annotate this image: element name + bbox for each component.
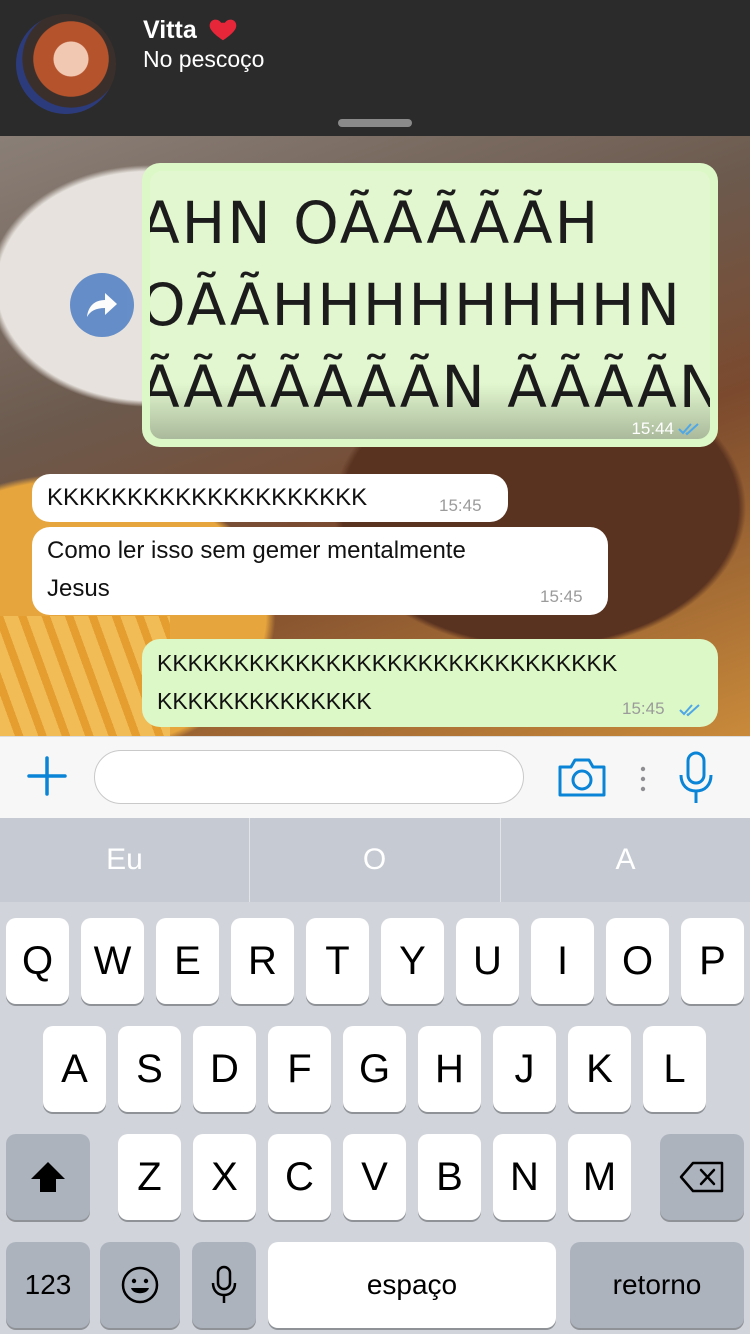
microphone-icon[interactable] [678,751,714,805]
message-time: 15:44 [631,419,674,438]
key-l[interactable]: L [643,1026,706,1112]
shift-icon [31,1162,65,1192]
numbers-key[interactable]: 123 [6,1242,90,1328]
key-t[interactable]: T [306,918,369,1004]
key-p[interactable]: P [681,918,744,1004]
keyboard: Eu O A Q W E R T Y U I O P A S D F G H J… [0,818,750,1334]
emoji-key[interactable] [100,1242,180,1328]
key-y[interactable]: Y [381,918,444,1004]
message-text: KKKKKKKKKKKKKKKKKKKK [47,484,368,511]
notification-message: No pescoço [143,46,265,72]
incoming-message-bubble[interactable]: KKKKKKKKKKKKKKKKKKKK 15:45 [32,474,508,522]
image-text-line: AHN OÃÃÃÃÃH [150,189,601,257]
incoming-message-bubble[interactable]: Como ler isso sem gemer mentalmente Jesu… [32,527,608,615]
key-r[interactable]: R [231,918,294,1004]
suggestion-bar: Eu O A [0,818,750,902]
dictation-key[interactable] [192,1242,256,1328]
key-d[interactable]: D [193,1026,256,1112]
key-j[interactable]: J [493,1026,556,1112]
message-input-bar [0,736,750,819]
banner-drag-handle[interactable] [338,119,412,127]
shift-key[interactable] [6,1134,90,1220]
read-ticks-icon [678,423,699,436]
space-key-label: espaço [366,1269,458,1300]
message-time: 15:45 [622,699,665,718]
message-text: KKKKKKKKKKKKKKKKKKKKKKKKKKKKKK [157,650,618,676]
return-key[interactable]: retorno [570,1242,744,1328]
outgoing-message-bubble[interactable]: KKKKKKKKKKKKKKKKKKKKKKKKKKKKKK KKKKKKKKK… [142,639,718,727]
numbers-key-label: 123 [24,1269,72,1300]
camera-icon[interactable] [556,755,608,799]
suggestion-item[interactable]: Eu [0,818,249,902]
emoji-icon [121,1266,159,1304]
key-v[interactable]: V [343,1134,406,1220]
contact-avatar [16,14,116,114]
key-n[interactable]: N [493,1134,556,1220]
key-s[interactable]: S [118,1026,181,1112]
key-m[interactable]: M [568,1134,631,1220]
key-u[interactable]: U [456,918,519,1004]
key-a[interactable]: A [43,1026,106,1112]
red-heart-icon [209,19,237,41]
suggestion-item[interactable]: O [250,818,499,902]
key-h[interactable]: H [418,1026,481,1112]
forward-arrow-icon [87,293,117,317]
space-key[interactable]: espaço [268,1242,556,1328]
key-o[interactable]: O [606,918,669,1004]
message-input[interactable] [94,750,524,804]
notification-banner[interactable]: Vitta No pescoço [0,0,750,136]
image-text-line: OÃÃHHHHHHHHN [150,271,682,339]
key-z[interactable]: Z [118,1134,181,1220]
message-text: Como ler isso sem gemer mentalmente [47,537,466,564]
delete-key[interactable] [660,1134,744,1220]
read-ticks-icon [679,704,700,717]
key-k[interactable]: K [568,1026,631,1112]
plus-icon[interactable] [26,755,68,797]
message-text: Jesus [47,575,110,602]
key-c[interactable]: C [268,1134,331,1220]
message-text: KKKKKKKKKKKKKK [157,688,372,714]
backspace-icon [679,1161,724,1193]
image-shade [150,383,710,439]
key-b[interactable]: B [418,1134,481,1220]
key-x[interactable]: X [193,1134,256,1220]
image-message-bubble[interactable]: AHN OÃÃÃÃÃH OÃÃHHHHHHHHN ÃÃÃÃÃÃÃN ÃÃÃÃN … [142,163,718,447]
forward-button[interactable] [70,273,134,337]
message-time: 15:45 [439,496,482,515]
suggestion-item[interactable]: A [501,818,750,902]
return-key-label: retorno [612,1269,702,1300]
notification-sender-name: Vitta [143,16,197,44]
key-i[interactable]: I [531,918,594,1004]
microphone-icon [211,1265,237,1303]
message-image[interactable]: AHN OÃÃÃÃÃH OÃÃHHHHHHHHN ÃÃÃÃÃÃÃN ÃÃÃÃN [150,171,710,439]
key-q[interactable]: Q [6,918,69,1004]
key-f[interactable]: F [268,1026,331,1112]
key-w[interactable]: W [81,918,144,1004]
chat-area[interactable]: AHN OÃÃÃÃÃH OÃÃHHHHHHHHN ÃÃÃÃÃÃÃN ÃÃÃÃN … [0,136,750,736]
key-g[interactable]: G [343,1026,406,1112]
more-dots-icon[interactable] [639,765,647,793]
message-time: 15:45 [540,587,583,606]
key-e[interactable]: E [156,918,219,1004]
